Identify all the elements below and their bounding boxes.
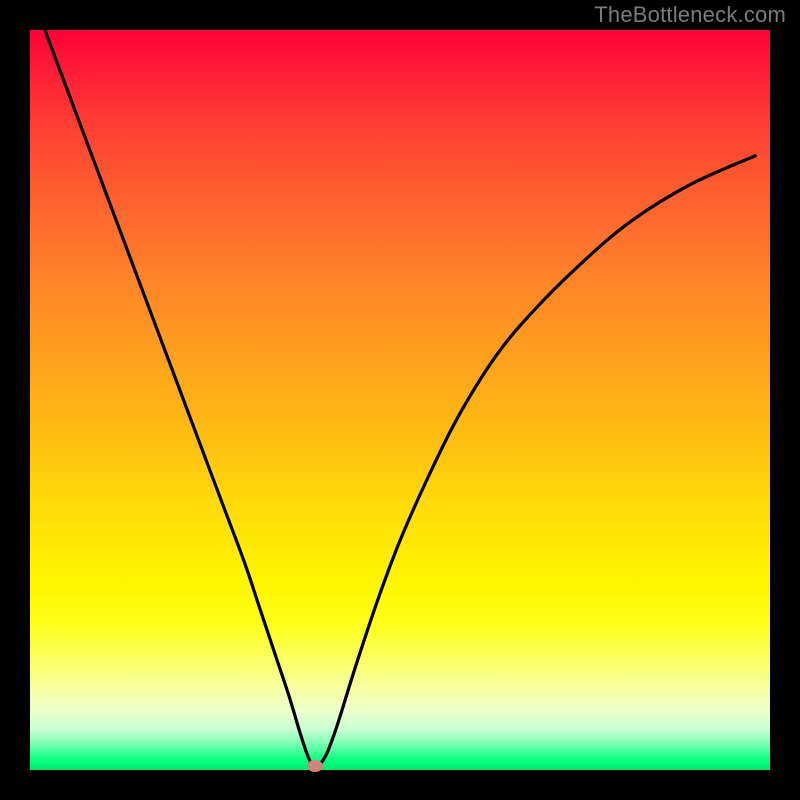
bottleneck-curve [30,30,770,770]
watermark-text: TheBottleneck.com [594,2,786,28]
optimal-point-marker [307,760,323,772]
chart-plot-area [30,30,770,770]
